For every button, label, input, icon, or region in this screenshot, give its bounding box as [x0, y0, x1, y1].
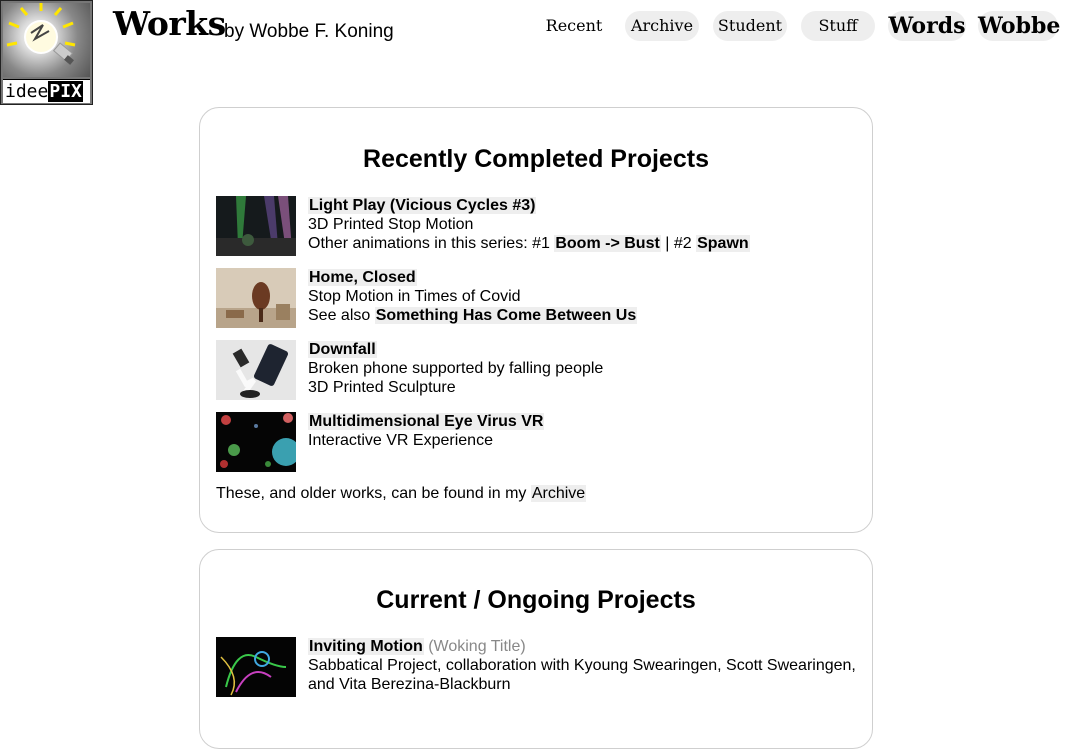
archive-note-text: These, and older works, can be found in … [216, 485, 527, 502]
ideepix-logo[interactable]: ideePIX [0, 0, 93, 105]
lightbulb-icon [3, 3, 90, 77]
project-medium: 3D Printed Sculpture [308, 379, 456, 396]
project-thumbnail[interactable] [216, 340, 296, 400]
nav-words[interactable]: Words [888, 11, 966, 41]
logo-wordmark: ideePIX [3, 79, 90, 103]
project-description: Broken phone supported by falling people [308, 360, 604, 377]
recent-projects-card: Recently Completed Projects Light Play (… [199, 107, 873, 533]
site-byline: by Wobbe F. Koning [224, 21, 394, 42]
project-description: Interactive VR Experience [308, 432, 493, 449]
project-text: Multidimensional Eye Virus VR Interactiv… [308, 412, 868, 450]
nav-recent[interactable]: Recent [538, 11, 610, 41]
nav-archive[interactable]: Archive [625, 11, 699, 41]
recent-projects-heading: Recently Completed Projects [363, 145, 709, 173]
project-text: Home, Closed Stop Motion in Times of Cov… [308, 268, 868, 325]
project-series-prefix: Other animations in this series: #1 [308, 235, 550, 252]
nav-wobbe[interactable]: Wobbe [978, 11, 1060, 41]
related-link-spawn[interactable]: Spawn [696, 235, 750, 252]
project-collaborators: and Vita Berezina-Blackburn [308, 676, 511, 693]
project-title-link[interactable]: Light Play (Vicious Cycles #3) [308, 197, 537, 214]
series-separator: | #2 [665, 235, 692, 252]
nav-stuff[interactable]: Stuff [801, 11, 875, 41]
project-thumbnail[interactable] [216, 637, 296, 697]
related-link-boom-bust[interactable]: Boom -> Bust [554, 235, 661, 252]
nav-student[interactable]: Student [713, 11, 787, 41]
related-link-something-between-us[interactable]: Something Has Come Between Us [374, 307, 638, 324]
project-title-link[interactable]: Downfall [308, 341, 377, 358]
site-header: ideePIX Works by Wobbe F. Koning Recent … [0, 0, 1072, 105]
project-text: Inviting Motion (Woking Title) Sabbatica… [308, 637, 868, 694]
project-thumbnail[interactable] [216, 268, 296, 328]
project-item: Home, Closed Stop Motion in Times of Cov… [216, 268, 866, 328]
current-projects-card: Current / Ongoing Projects Inviting Moti… [199, 549, 873, 749]
project-description: Stop Motion in Times of Covid [308, 288, 521, 305]
project-text: Downfall Broken phone supported by falli… [308, 340, 868, 397]
project-item: Light Play (Vicious Cycles #3) 3D Printe… [216, 196, 866, 256]
project-thumbnail[interactable] [216, 196, 296, 256]
logo-text-left: idee [5, 81, 49, 102]
project-description: 3D Printed Stop Motion [308, 216, 474, 233]
site-title[interactable]: Works [113, 4, 226, 43]
project-title-link[interactable]: Inviting Motion [308, 638, 424, 655]
project-subtitle: (Woking Title) [428, 638, 526, 655]
project-item: Multidimensional Eye Virus VR Interactiv… [216, 412, 866, 472]
project-description: Sabbatical Project, collaboration with K… [308, 657, 856, 674]
project-item: Downfall Broken phone supported by falli… [216, 340, 866, 400]
archive-note: These, and older works, can be found in … [216, 485, 587, 503]
project-title-link[interactable]: Home, Closed [308, 269, 417, 286]
archive-link[interactable]: Archive [530, 485, 587, 502]
project-title-link[interactable]: Multidimensional Eye Virus VR [308, 413, 545, 430]
project-item: Inviting Motion (Woking Title) Sabbatica… [216, 637, 866, 697]
project-thumbnail[interactable] [216, 412, 300, 472]
project-see-also-prefix: See also [308, 307, 371, 324]
current-projects-heading: Current / Ongoing Projects [376, 586, 696, 614]
logo-text-right: PIX [48, 81, 83, 102]
project-text: Light Play (Vicious Cycles #3) 3D Printe… [308, 196, 868, 253]
